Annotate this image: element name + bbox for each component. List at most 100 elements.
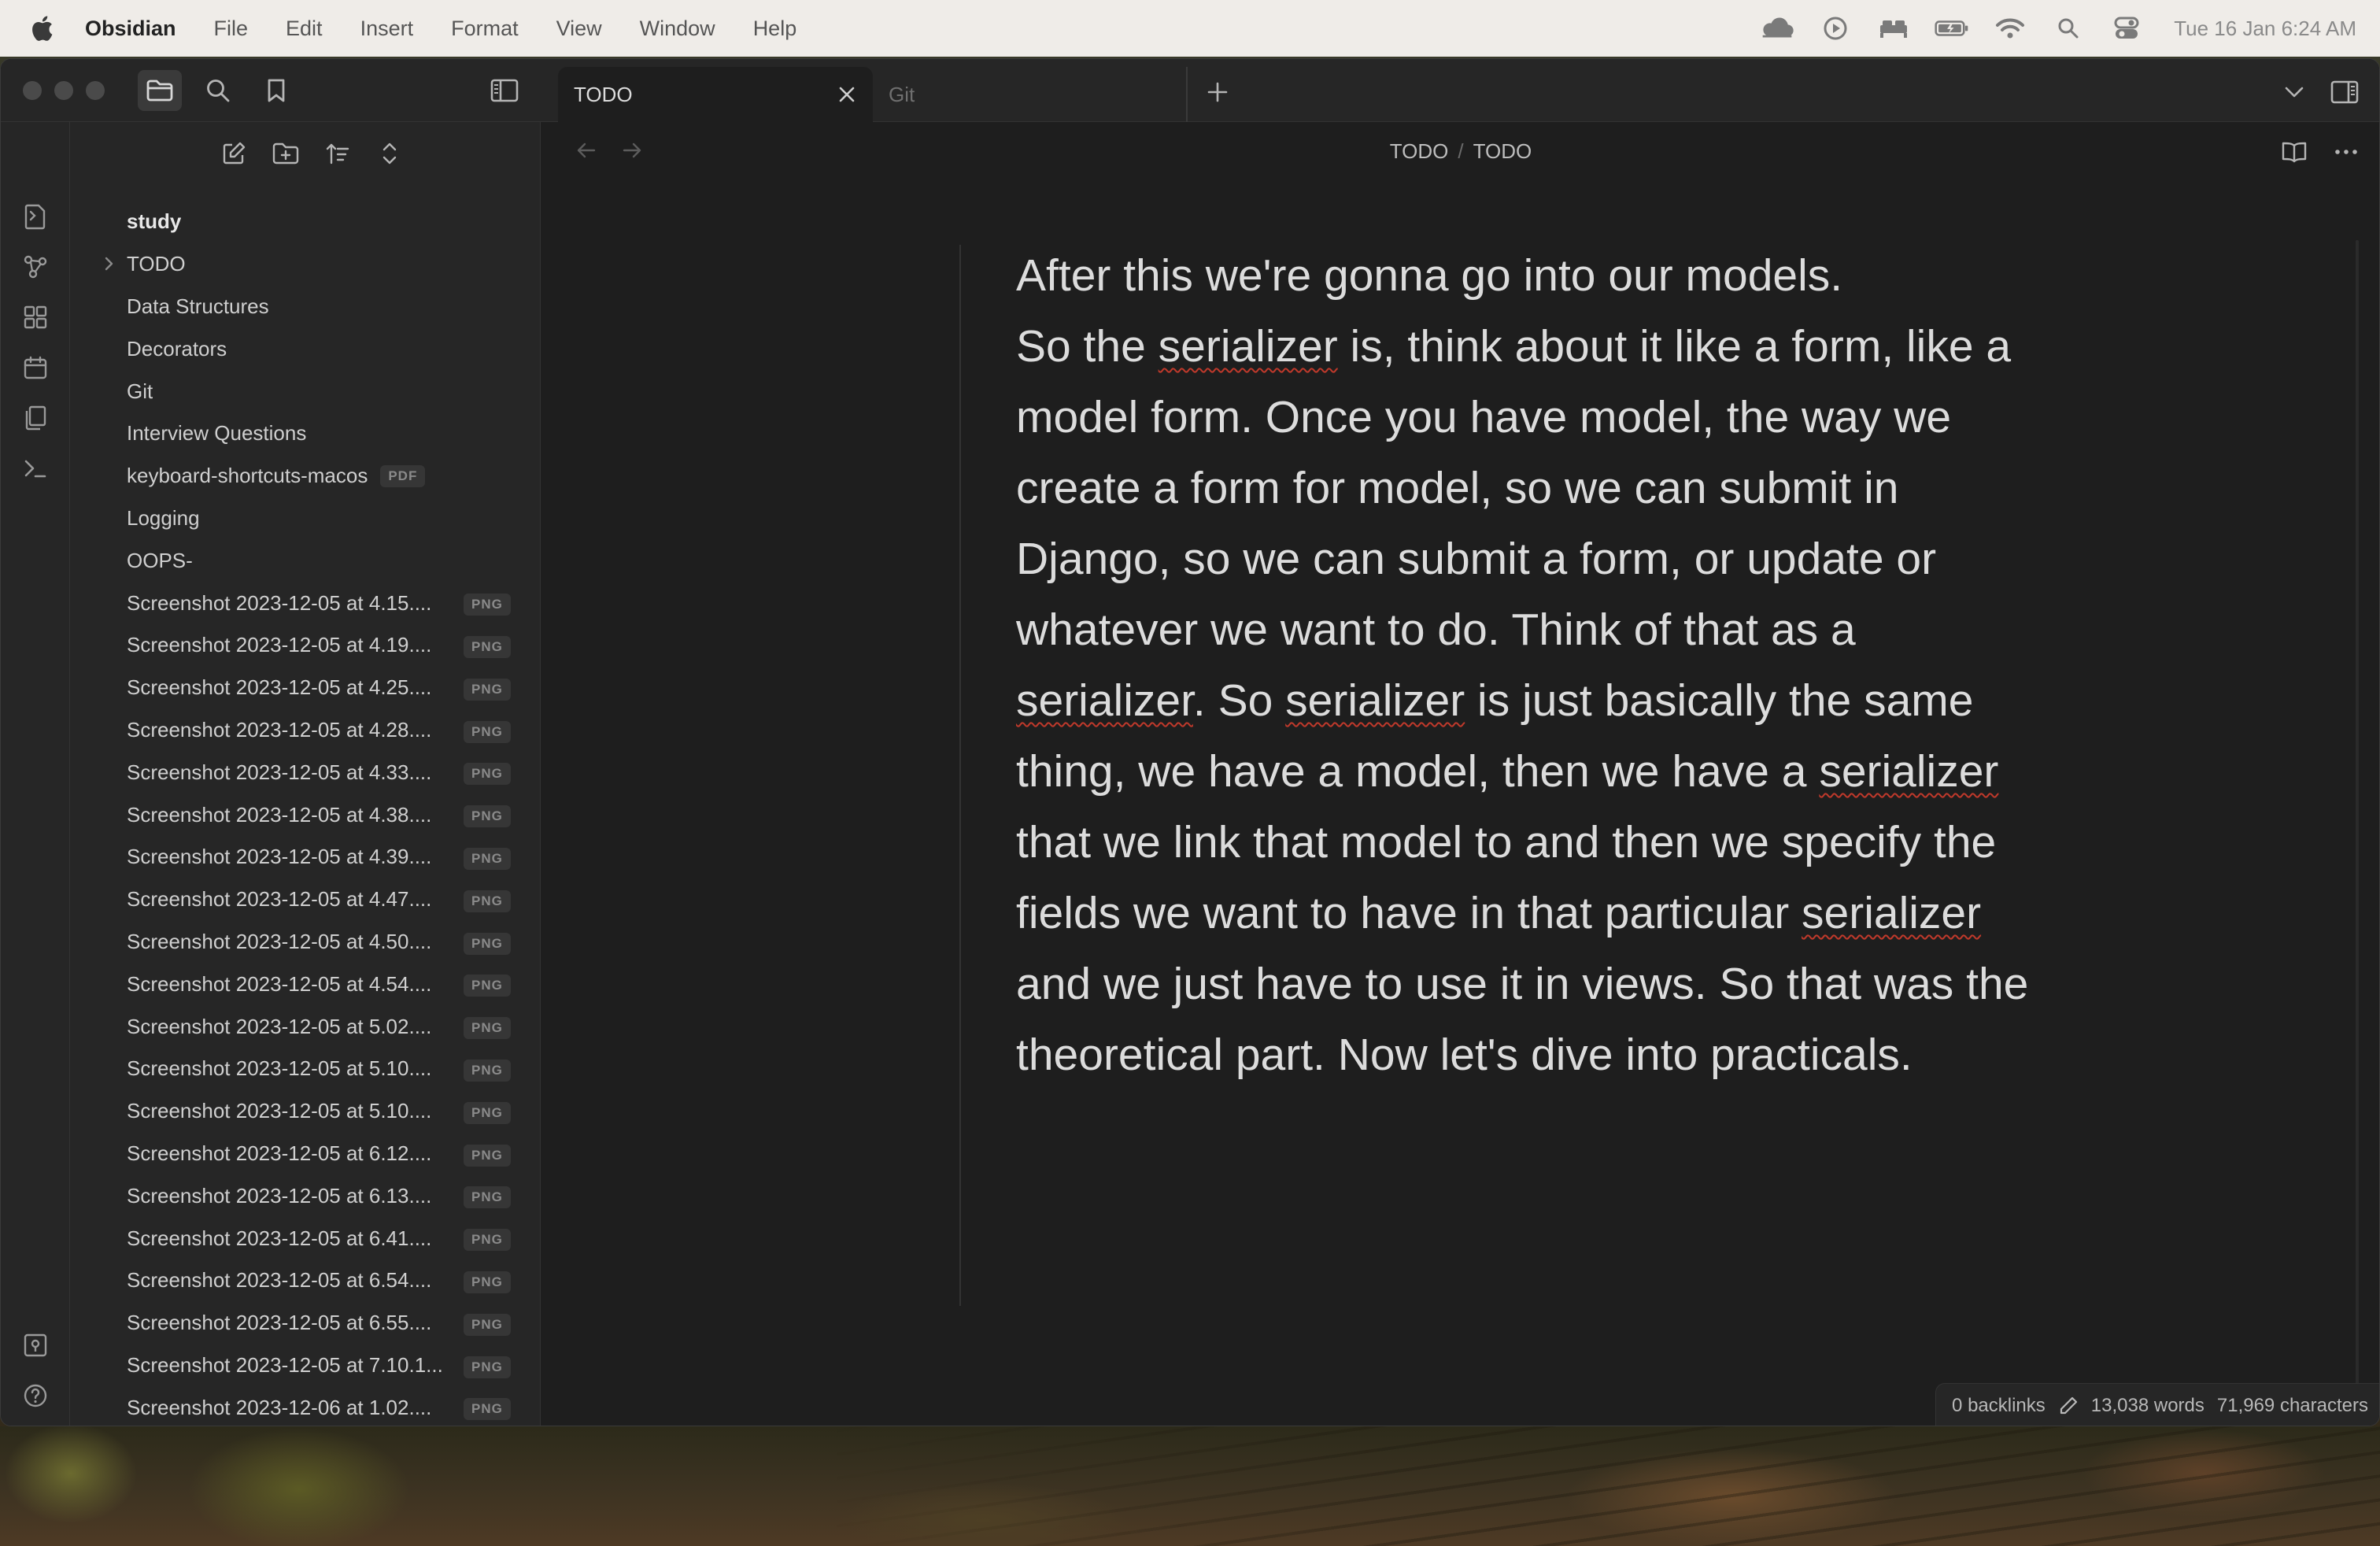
folder-icon (146, 79, 173, 102)
apple-icon[interactable] (30, 15, 77, 42)
bookmarks-view-button[interactable] (254, 70, 298, 111)
open-vault-button[interactable] (17, 1326, 54, 1364)
file-item[interactable]: Screenshot 2023-12-05 at 4.15.... PNG (70, 582, 541, 624)
reading-view-button[interactable] (2275, 133, 2313, 171)
paragraph[interactable]: After this we're gonna go into our model… (1016, 240, 2031, 311)
menu-edit[interactable]: Edit (286, 17, 323, 41)
ribbon (1, 122, 70, 1426)
file-item[interactable]: Screenshot 2023-12-05 at 5.10.... PNG (70, 1090, 541, 1133)
open-quick-switcher-button[interactable] (17, 198, 54, 235)
misspelled-word: serializer (1158, 321, 1338, 372)
calendar-icon (23, 355, 48, 380)
graph-icon (23, 254, 48, 279)
file-item[interactable]: Screenshot 2023-12-05 at 4.28.... PNG (70, 709, 541, 752)
file-item[interactable]: Screenshot 2023-12-06 at 1.02.... PNG (70, 1386, 541, 1426)
files-copy-icon (23, 405, 48, 431)
open-canvas-button[interactable] (17, 298, 54, 336)
tab-label: TODO (574, 82, 633, 106)
file-type-badge: PNG (464, 635, 511, 658)
file-item[interactable]: OOPS- (70, 539, 541, 582)
breadcrumb-folder[interactable]: TODO (1390, 139, 1449, 163)
file-item[interactable]: Screenshot 2023-12-05 at 4.47.... PNG (70, 878, 541, 921)
open-command-palette-button[interactable] (17, 449, 54, 487)
menu-view[interactable]: View (556, 17, 602, 41)
file-item[interactable]: Screenshot 2023-12-05 at 4.38.... PNG (70, 793, 541, 836)
obsidian-window: TODO Git study TODO Data Structures Deco… (0, 58, 2380, 1426)
change-sort-order-button[interactable] (316, 133, 360, 174)
open-daily-note-button[interactable] (17, 349, 54, 386)
file-item[interactable]: Screenshot 2023-12-05 at 4.54.... PNG (70, 963, 541, 1005)
files-view-button[interactable] (138, 70, 182, 111)
folder-label: study (127, 209, 182, 234)
expand-collapse-button[interactable] (368, 133, 412, 174)
file-item[interactable]: Screenshot 2023-12-05 at 4.39.... PNG (70, 836, 541, 878)
wifi-icon[interactable] (1993, 11, 2027, 46)
paragraph[interactable]: So the serializer is, think about it lik… (1016, 311, 2031, 1090)
file-item[interactable]: Git (70, 370, 541, 412)
help-button[interactable] (17, 1377, 54, 1415)
file-item[interactable]: Screenshot 2023-12-05 at 4.33.... PNG (70, 751, 541, 793)
cloud-icon[interactable] (1760, 11, 1794, 46)
menu-app-name[interactable]: Obsidian (85, 17, 176, 41)
search-icon (205, 78, 231, 103)
tab-git[interactable]: Git (873, 67, 1188, 122)
vault-root-folder[interactable]: study (70, 201, 541, 243)
file-item[interactable]: Screenshot 2023-12-05 at 4.50.... PNG (70, 921, 541, 963)
file-item[interactable]: Screenshot 2023-12-05 at 4.25.... PNG (70, 667, 541, 709)
file-item[interactable]: Screenshot 2023-12-05 at 7.10.1... PNG (70, 1344, 541, 1387)
file-item[interactable]: Interview Questions (70, 412, 541, 455)
file-item[interactable]: Logging (70, 497, 541, 540)
tab-close-button[interactable] (835, 83, 859, 106)
new-tab-button[interactable] (1196, 70, 1240, 114)
file-name: Screenshot 2023-12-05 at 4.33.... (127, 760, 432, 784)
search-icon[interactable] (2051, 11, 2086, 46)
tab-list-button[interactable] (2272, 70, 2316, 114)
file-type-badge: PNG (464, 720, 511, 743)
insert-template-button[interactable] (17, 399, 54, 437)
new-note-button[interactable] (212, 133, 256, 174)
zoom-window-button[interactable] (86, 81, 105, 100)
menubar-clock[interactable]: Tue 16 Jan 6:24 AM (2174, 17, 2356, 41)
control-center-icon[interactable] (2109, 11, 2144, 46)
pencil-icon[interactable] (2058, 1396, 2079, 1416)
folder-item[interactable]: TODO (70, 243, 541, 286)
menu-format[interactable]: Format (451, 17, 519, 41)
breadcrumb: TODO / TODO (541, 139, 2379, 164)
file-type-badge: PNG (464, 1144, 511, 1167)
file-item[interactable]: Screenshot 2023-12-05 at 5.02.... PNG (70, 1005, 541, 1048)
minimize-window-button[interactable] (54, 81, 73, 100)
more-options-button[interactable] (2327, 133, 2365, 171)
bed-icon[interactable] (1876, 11, 1911, 46)
file-name: Screenshot 2023-12-05 at 4.25.... (127, 675, 432, 700)
file-item[interactable]: Screenshot 2023-12-05 at 5.10.... PNG (70, 1048, 541, 1090)
note-content[interactable]: After this we're gonna go into our model… (1016, 240, 2031, 1090)
scrollbar[interactable] (2356, 240, 2359, 1426)
file-item[interactable]: Screenshot 2023-12-05 at 6.55.... PNG (70, 1302, 541, 1344)
file-item[interactable]: Data Structures (70, 286, 541, 328)
file-name: Screenshot 2023-12-05 at 4.39.... (127, 845, 432, 869)
chevron-right-icon[interactable] (100, 254, 119, 273)
menu-help[interactable]: Help (753, 17, 797, 41)
file-item[interactable]: Screenshot 2023-12-05 at 4.19.... PNG (70, 624, 541, 667)
battery-icon[interactable] (1935, 11, 1969, 46)
file-item[interactable]: Decorators (70, 327, 541, 370)
file-item[interactable]: Screenshot 2023-12-05 at 6.41.... PNG (70, 1217, 541, 1259)
new-folder-button[interactable] (264, 133, 308, 174)
file-item[interactable]: Screenshot 2023-12-05 at 6.54.... PNG (70, 1259, 541, 1302)
backlinks-count[interactable]: 0 backlinks (1952, 1395, 2046, 1417)
close-window-button[interactable] (23, 81, 42, 100)
tab-todo[interactable]: TODO (558, 67, 873, 122)
menu-insert[interactable]: Insert (360, 17, 414, 41)
file-item[interactable]: Screenshot 2023-12-05 at 6.12.... PNG (70, 1133, 541, 1175)
menu-file[interactable]: File (214, 17, 249, 41)
right-sidebar-toggle-button[interactable] (2323, 70, 2367, 114)
menu-window[interactable]: Window (640, 17, 715, 41)
search-view-button[interactable] (196, 70, 240, 111)
file-type-badge: PNG (464, 847, 511, 870)
file-item[interactable]: keyboard-shortcuts-macos PDF (70, 455, 541, 497)
file-item[interactable]: Screenshot 2023-12-05 at 6.13.... PNG (70, 1174, 541, 1217)
open-graph-view-button[interactable] (17, 248, 54, 286)
left-sidebar-toggle-button[interactable] (482, 70, 527, 111)
play-circle-icon[interactable] (1818, 11, 1853, 46)
breadcrumb-file[interactable]: TODO (1473, 139, 1532, 163)
